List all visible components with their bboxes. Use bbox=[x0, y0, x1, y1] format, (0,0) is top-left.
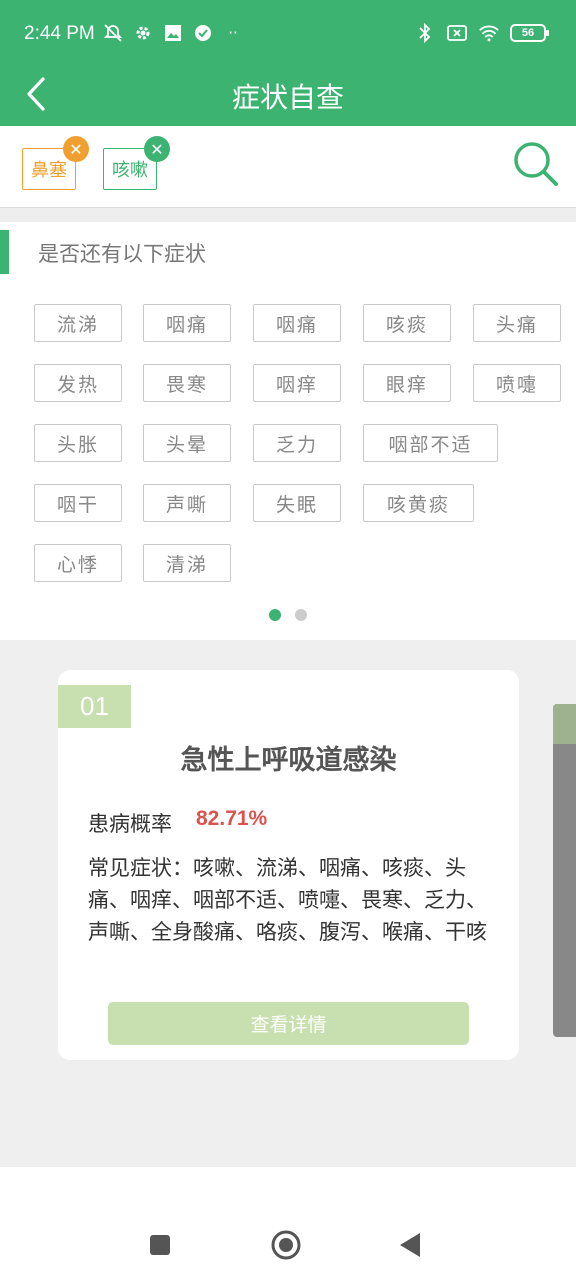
recents-button[interactable] bbox=[140, 1225, 180, 1265]
view-details-button[interactable]: 查看详情 bbox=[108, 1002, 469, 1045]
symptom-tag[interactable]: 声嘶 bbox=[143, 484, 231, 522]
back-nav-button[interactable] bbox=[390, 1225, 430, 1265]
symptom-tag[interactable]: 咽痒 bbox=[253, 364, 341, 402]
symptom-tag[interactable]: 畏寒 bbox=[143, 364, 231, 402]
symptom-tag[interactable]: 头痛 bbox=[473, 304, 561, 342]
page-title: 症状自查 bbox=[231, 81, 344, 114]
section-title: 是否还有以下症状 bbox=[38, 242, 206, 266]
symptom-tag[interactable]: 清涕 bbox=[143, 544, 231, 582]
pager-dot[interactable] bbox=[295, 609, 307, 621]
symptom-tag[interactable]: 失眠 bbox=[253, 484, 341, 522]
symptom-tag[interactable]: 头胀 bbox=[34, 424, 122, 462]
selected-chip[interactable]: 咳嗽 ✕ bbox=[103, 136, 170, 190]
status-time: 2:44 PM bbox=[24, 23, 95, 44]
home-button[interactable] bbox=[266, 1225, 306, 1265]
selected-symptoms-bar: 鼻塞 ✕ 咳嗽 ✕ bbox=[0, 126, 576, 208]
chip-label: 咳嗽 bbox=[112, 160, 148, 181]
symptom-tag[interactable]: 咳痰 bbox=[363, 304, 451, 342]
battery-indicator: 56 bbox=[510, 24, 549, 42]
status-bar: 2:44 PM ·· 56 bbox=[0, 0, 576, 68]
bluetooth-icon bbox=[414, 22, 436, 44]
section-accent bbox=[0, 230, 9, 274]
wifi-icon bbox=[478, 22, 500, 44]
search-button[interactable] bbox=[512, 140, 560, 188]
common-symptoms-text: 常见症状：咳嗽、流涕、咽痛、咳痰、头痛、咽痒、咽部不适、喷嚏、畏寒、乏力、声嘶、… bbox=[88, 856, 487, 944]
close-icon[interactable]: ✕ bbox=[63, 136, 89, 162]
mute-alarm-icon bbox=[102, 22, 124, 44]
selected-chip[interactable]: 鼻塞 ✕ bbox=[22, 136, 89, 190]
close-icon[interactable]: ✕ bbox=[144, 136, 170, 162]
symptom-tag[interactable]: 头晕 bbox=[143, 424, 231, 462]
diagnosis-title: 急性上呼吸道感染 bbox=[180, 745, 397, 776]
card-number: 01 bbox=[58, 685, 131, 728]
symptom-tag[interactable]: 咽干 bbox=[34, 484, 122, 522]
symptom-tag[interactable]: 流涕 bbox=[34, 304, 122, 342]
diagnosis-card[interactable]: 01 急性上呼吸道感染 患病概率 82.71% 常见症状：咳嗽、流涕、咽痛、咳痰… bbox=[58, 670, 519, 1060]
next-card-header bbox=[553, 704, 576, 744]
gear-icon bbox=[132, 22, 154, 44]
symptom-tag[interactable]: 眼痒 bbox=[363, 364, 451, 402]
search-icon bbox=[514, 142, 558, 186]
result-cards-area: 01 急性上呼吸道感染 患病概率 82.71% 常见症状：咳嗽、流涕、咽痛、咳痰… bbox=[0, 640, 576, 1167]
image-icon bbox=[162, 22, 184, 44]
more-dots-icon: ·· bbox=[228, 24, 238, 42]
check-circle-icon bbox=[192, 22, 214, 44]
system-nav-bar bbox=[0, 1167, 576, 1280]
app-header: 症状自查 bbox=[0, 68, 576, 126]
symptom-section: 是否还有以下症状 流涕 咽痛 咽痛 咳痰 头痛 发热 畏寒 咽痒 眼痒 喷嚏 头… bbox=[0, 222, 576, 640]
divider bbox=[0, 208, 576, 222]
symptom-tag[interactable]: 发热 bbox=[34, 364, 122, 402]
status-icons-left: ·· bbox=[102, 22, 244, 44]
sim-off-icon bbox=[446, 22, 468, 44]
next-card-peek[interactable] bbox=[553, 704, 576, 1037]
symptom-tag[interactable]: 心悸 bbox=[34, 544, 122, 582]
triangle-back-icon bbox=[400, 1233, 420, 1257]
symptom-tag[interactable]: 咽痛 bbox=[143, 304, 231, 342]
status-icons-right: 56 bbox=[414, 22, 549, 44]
square-icon bbox=[150, 1235, 170, 1255]
symptom-tag[interactable]: 喷嚏 bbox=[473, 364, 561, 402]
symptom-tag[interactable]: 咽部不适 bbox=[363, 424, 498, 462]
symptom-tag[interactable]: 咳黄痰 bbox=[363, 484, 474, 522]
home-circle-icon bbox=[271, 1230, 301, 1260]
chip-label: 鼻塞 bbox=[31, 160, 67, 181]
probability-label: 患病概率 bbox=[88, 812, 172, 836]
probability-value: 82.71% bbox=[196, 807, 268, 830]
symptom-tag[interactable]: 咽痛 bbox=[253, 304, 341, 342]
pager-dot-active[interactable] bbox=[269, 609, 281, 621]
symptom-tag[interactable]: 乏力 bbox=[253, 424, 341, 462]
